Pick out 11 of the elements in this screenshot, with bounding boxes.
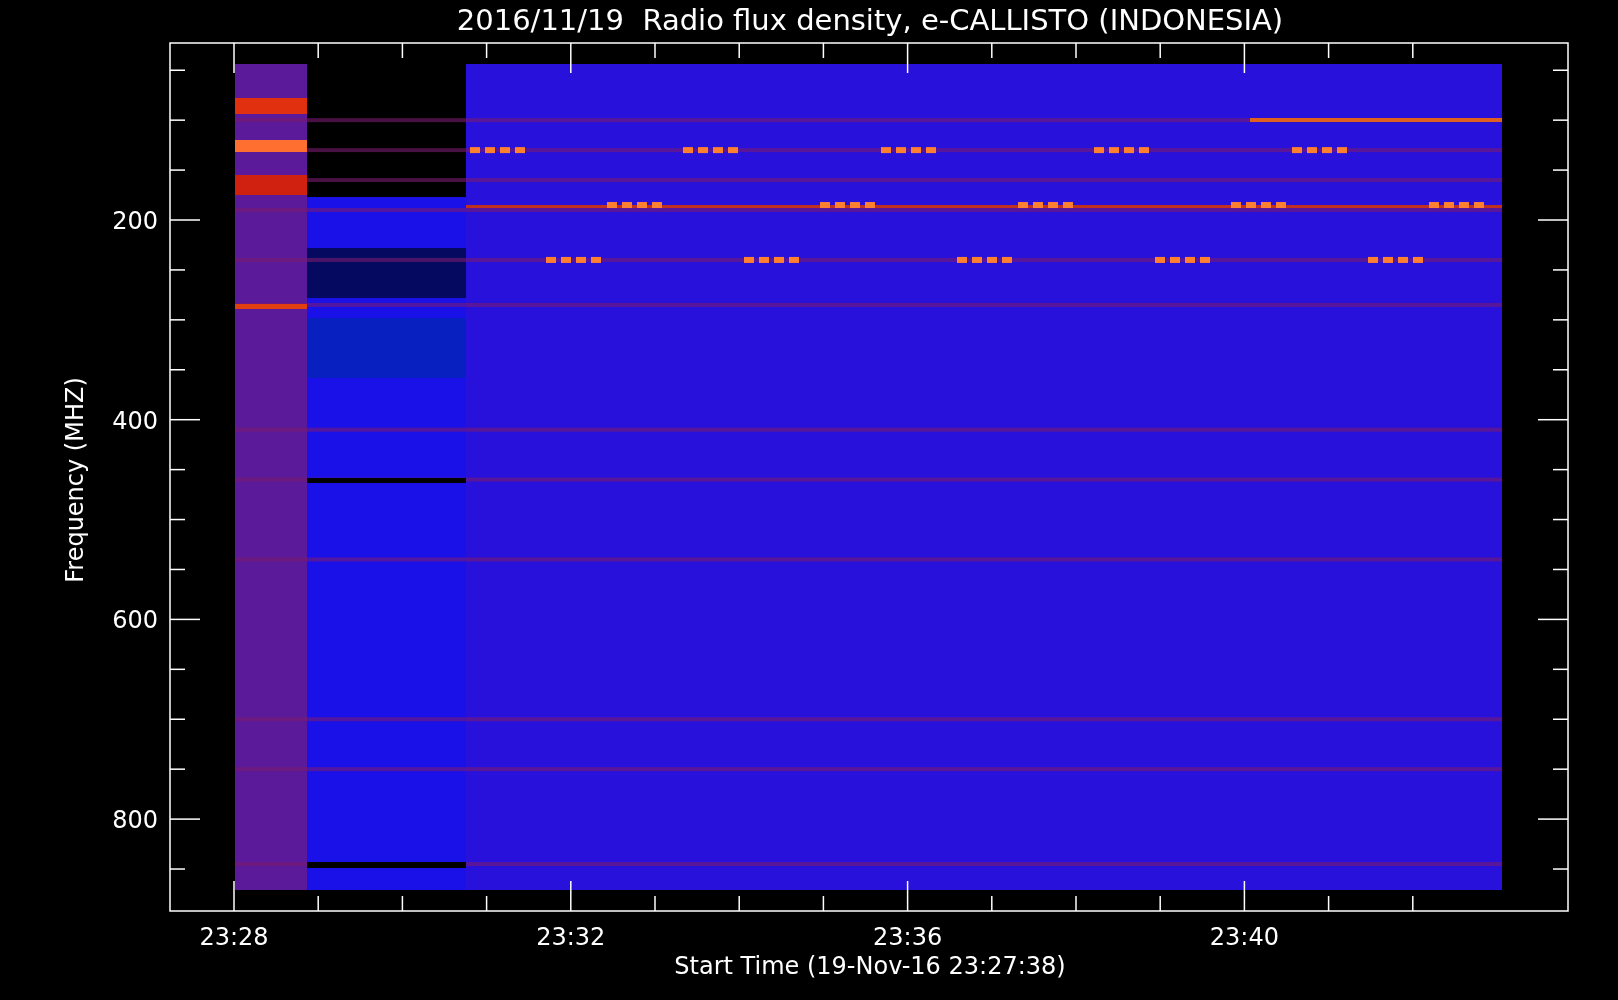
x-axis-label: Start Time (19-Nov-16 23:27:38) — [674, 952, 1066, 980]
y-axis-label: Frequency (MHZ) — [61, 377, 89, 583]
x-tick-label: 23:28 — [199, 923, 269, 951]
y-tick-label: 200 — [112, 207, 158, 235]
x-tick-label: 23:36 — [873, 923, 943, 951]
y-tick-label: 400 — [112, 406, 158, 435]
x-tick-label: 23:32 — [536, 923, 606, 951]
x-tick-label: 23:40 — [1209, 923, 1279, 951]
y-tick-label: 600 — [112, 606, 158, 635]
y-tick-label: 800 — [112, 806, 158, 835]
plot-title: 2016/11/19 Radio flux density, e-CALLISTO (INDONESIA) — [456, 3, 1284, 37]
